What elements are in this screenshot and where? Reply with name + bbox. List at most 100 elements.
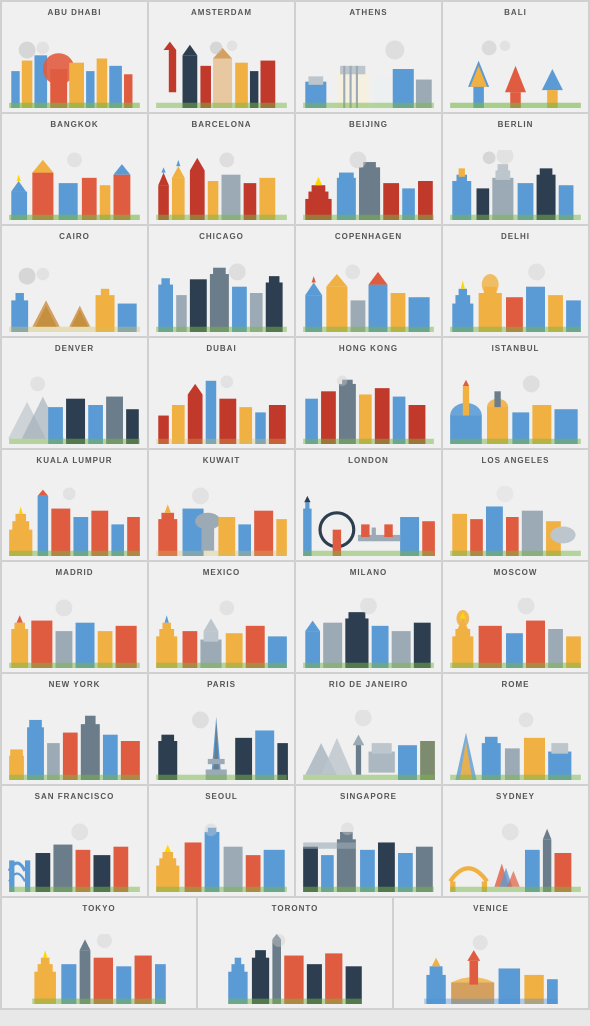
city-skyline bbox=[447, 693, 584, 780]
city-skyline bbox=[153, 357, 290, 444]
city-skyline bbox=[153, 581, 290, 668]
city-card[interactable]: TORONTO bbox=[198, 898, 392, 1008]
city-card[interactable]: BERLIN bbox=[443, 114, 588, 224]
city-card[interactable]: ATHENS bbox=[296, 2, 441, 112]
city-name: MILANO bbox=[350, 568, 388, 577]
city-skyline bbox=[153, 693, 290, 780]
city-skyline bbox=[447, 245, 584, 332]
city-name: KUWAIT bbox=[203, 456, 241, 465]
city-card[interactable]: MOSCOW bbox=[443, 562, 588, 672]
city-skyline bbox=[6, 581, 143, 668]
city-card[interactable]: SEOUL bbox=[149, 786, 294, 896]
city-name: ATHENS bbox=[349, 8, 387, 17]
city-skyline bbox=[6, 805, 143, 892]
city-skyline bbox=[6, 245, 143, 332]
city-card[interactable]: MEXICO bbox=[149, 562, 294, 672]
city-skyline bbox=[153, 21, 290, 108]
city-skyline bbox=[300, 245, 437, 332]
city-skyline bbox=[447, 357, 584, 444]
city-name: BEIJING bbox=[349, 120, 388, 129]
city-name: TORONTO bbox=[272, 904, 319, 913]
city-skyline bbox=[300, 469, 437, 556]
city-card[interactable]: ABU DHABI bbox=[2, 2, 147, 112]
city-name: SYDNEY bbox=[496, 792, 535, 801]
city-card[interactable]: TOKYO bbox=[2, 898, 196, 1008]
city-name: NEW YORK bbox=[49, 680, 101, 689]
city-name: DENVER bbox=[55, 344, 94, 353]
city-card[interactable]: COPENHAGEN bbox=[296, 226, 441, 336]
city-card[interactable]: KUWAIT bbox=[149, 450, 294, 560]
city-skyline bbox=[447, 469, 584, 556]
city-card[interactable]: PARIS bbox=[149, 674, 294, 784]
city-card[interactable]: CHICAGO bbox=[149, 226, 294, 336]
city-skyline bbox=[447, 133, 584, 220]
city-name: BALI bbox=[504, 8, 527, 17]
city-name: MADRID bbox=[56, 568, 94, 577]
city-card[interactable]: SINGAPORE bbox=[296, 786, 441, 896]
city-name: DELHI bbox=[501, 232, 530, 241]
city-skyline bbox=[300, 581, 437, 668]
city-card[interactable]: DENVER bbox=[2, 338, 147, 448]
city-name: HONG KONG bbox=[339, 344, 398, 353]
city-card[interactable]: BEIJING bbox=[296, 114, 441, 224]
city-skyline bbox=[447, 805, 584, 892]
city-card[interactable]: MILANO bbox=[296, 562, 441, 672]
city-skyline bbox=[6, 917, 192, 1004]
city-card[interactable]: MADRID bbox=[2, 562, 147, 672]
city-skyline bbox=[300, 21, 437, 108]
city-skyline bbox=[6, 693, 143, 780]
city-skyline bbox=[6, 469, 143, 556]
city-skyline bbox=[153, 805, 290, 892]
city-card[interactable]: LONDON bbox=[296, 450, 441, 560]
city-name: SINGAPORE bbox=[340, 792, 397, 801]
city-skyline bbox=[6, 133, 143, 220]
city-name: MEXICO bbox=[203, 568, 241, 577]
city-card[interactable]: SYDNEY bbox=[443, 786, 588, 896]
city-card[interactable]: ISTANBUL bbox=[443, 338, 588, 448]
city-name: KUALA LUMPUR bbox=[36, 456, 112, 465]
city-card[interactable]: SAN FRANCISCO bbox=[2, 786, 147, 896]
city-skyline bbox=[300, 357, 437, 444]
city-name: ABU DHABI bbox=[48, 8, 102, 17]
city-skyline bbox=[6, 357, 143, 444]
city-name: BARCELONA bbox=[191, 120, 251, 129]
city-card[interactable]: RIO DE JANEIRO bbox=[296, 674, 441, 784]
city-card[interactable]: LOS ANGELES bbox=[443, 450, 588, 560]
city-name: LOS ANGELES bbox=[481, 456, 549, 465]
city-skyline bbox=[6, 21, 143, 108]
city-skyline bbox=[153, 469, 290, 556]
city-name: ISTANBUL bbox=[492, 344, 540, 353]
city-card[interactable]: NEW YORK bbox=[2, 674, 147, 784]
city-card[interactable]: HONG KONG bbox=[296, 338, 441, 448]
city-card[interactable]: KUALA LUMPUR bbox=[2, 450, 147, 560]
city-name: CAIRO bbox=[59, 232, 90, 241]
city-skyline bbox=[153, 245, 290, 332]
city-skyline bbox=[447, 581, 584, 668]
city-name: LONDON bbox=[348, 456, 389, 465]
city-skyline bbox=[202, 917, 388, 1004]
city-name: RIO DE JANEIRO bbox=[329, 680, 408, 689]
city-name: BERLIN bbox=[498, 120, 534, 129]
city-name: CHICAGO bbox=[199, 232, 244, 241]
city-card[interactable]: BANGKOK bbox=[2, 114, 147, 224]
city-card[interactable]: BARCELONA bbox=[149, 114, 294, 224]
city-name: COPENHAGEN bbox=[335, 232, 402, 241]
city-skyline bbox=[447, 21, 584, 108]
city-skyline bbox=[153, 133, 290, 220]
city-card[interactable]: DELHI bbox=[443, 226, 588, 336]
city-name: PARIS bbox=[207, 680, 236, 689]
city-card[interactable]: BALI bbox=[443, 2, 588, 112]
city-name: ROME bbox=[502, 680, 530, 689]
city-card[interactable]: DUBAI bbox=[149, 338, 294, 448]
city-card[interactable]: ROME bbox=[443, 674, 588, 784]
city-skyline bbox=[398, 917, 584, 1004]
city-card[interactable]: VENICE bbox=[394, 898, 588, 1008]
city-skyline bbox=[300, 805, 437, 892]
city-name: SEOUL bbox=[205, 792, 238, 801]
city-card[interactable]: CAIRO bbox=[2, 226, 147, 336]
city-name: TOKYO bbox=[82, 904, 115, 913]
city-card[interactable]: AMSTERDAM bbox=[149, 2, 294, 112]
city-name: MOSCOW bbox=[494, 568, 538, 577]
city-name: SAN FRANCISCO bbox=[35, 792, 115, 801]
city-skyline bbox=[300, 693, 437, 780]
